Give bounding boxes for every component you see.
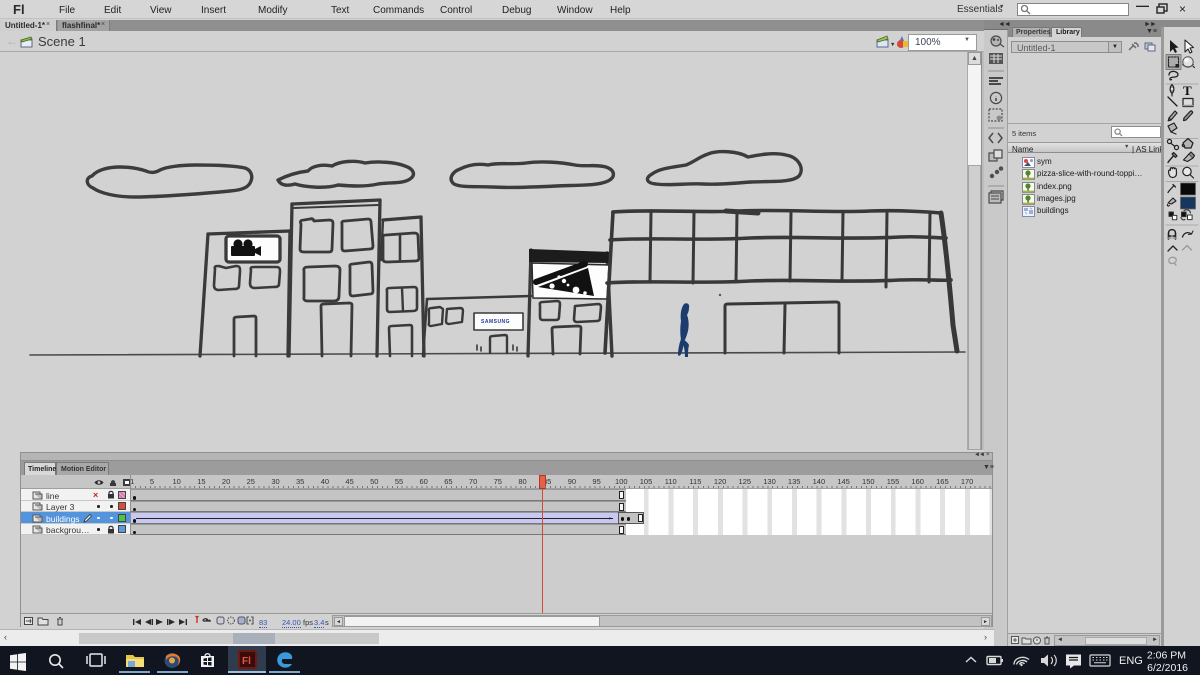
svg-text:6/2/2016: 6/2/2016 bbox=[1147, 662, 1188, 674]
svg-text:T: T bbox=[1183, 83, 1192, 98]
svg-text:ENG: ENG bbox=[1119, 655, 1143, 667]
svg-text:SAMSUNG: SAMSUNG bbox=[481, 319, 510, 325]
svg-text:2:06 PM: 2:06 PM bbox=[1147, 650, 1186, 662]
svg-text:Fl: Fl bbox=[242, 656, 251, 667]
